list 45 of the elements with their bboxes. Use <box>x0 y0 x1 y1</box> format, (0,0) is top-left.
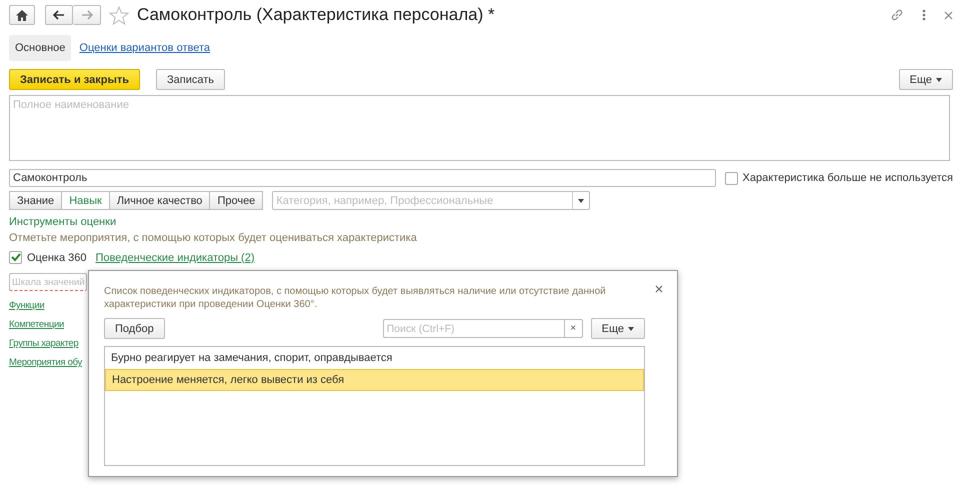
checkbox-label: Оценка 360 <box>27 252 87 264</box>
type-toggle[interactable]: Личное качество <box>108 191 210 210</box>
checkbox[interactable] <box>9 251 22 264</box>
save-and-close-button[interactable]: Записать и закрыть <box>9 69 140 90</box>
section-link[interactable]: Мероприятия обу <box>9 357 82 368</box>
close-icon[interactable] <box>944 10 953 20</box>
search-field[interactable]: Поиск (Ctrl+F) <box>382 319 565 338</box>
save-button[interactable]: Записать <box>156 69 226 90</box>
hint-text: Отметьте мероприятия, с помощью которых будет оцениваться характеристика <box>9 232 418 244</box>
full-name-field[interactable]: Полное наименование <box>9 95 950 161</box>
tab[interactable]: Оценки вариантов ответа <box>73 35 216 61</box>
window-title: Самоконтроль (Характеристика персонала) * <box>137 5 495 25</box>
more-button[interactable]: Еще <box>590 318 645 339</box>
back-button[interactable] <box>45 5 73 25</box>
type-toggle[interactable]: Навык <box>61 191 110 210</box>
indicators-link[interactable]: Поведенческие индикаторы (2) <box>96 252 254 264</box>
more-button[interactable]: Еще <box>898 69 953 90</box>
section-heading: Инструменты оценки <box>9 216 118 228</box>
forward-arrow-icon <box>80 10 92 20</box>
star-icon[interactable] <box>109 6 129 24</box>
dialog-description: Список поведенческих индикаторов, с помощью которых будет выявляться наличие или отсутствие данной характеристики при проведении Оценки 360°. <box>104 285 607 311</box>
section-link[interactable]: Компетенции <box>9 319 64 330</box>
checkbox-label: Характеристика больше не используется <box>742 172 953 184</box>
type-toggle[interactable]: Знание <box>9 191 62 210</box>
clear-button[interactable]: × <box>564 319 583 338</box>
pick-button[interactable]: Подбор <box>104 318 165 339</box>
close-icon[interactable] <box>655 285 663 293</box>
dropdown-icon[interactable] <box>578 198 584 202</box>
name-field[interactable]: Самоконтроль <box>9 169 716 187</box>
list-row[interactable]: Настроение меняется, легко вывести из себя <box>105 369 644 391</box>
link-icon[interactable] <box>890 8 904 22</box>
section-link[interactable]: Группы характер <box>9 338 78 349</box>
scale-field[interactable]: Шкала значений <box>9 273 87 291</box>
home-icon <box>16 10 28 20</box>
caret-icon <box>936 78 942 82</box>
caret-icon <box>628 326 634 330</box>
category-field[interactable]: Категория, например, Профессиональные <box>272 191 590 210</box>
checkbox[interactable] <box>724 172 738 184</box>
more-vertical-icon[interactable] <box>922 9 926 21</box>
type-toggle[interactable]: Прочее <box>209 191 264 210</box>
tab[interactable]: Основное <box>9 35 72 61</box>
section-link[interactable]: Функции <box>9 300 44 311</box>
home-button[interactable] <box>9 5 35 25</box>
back-arrow-icon <box>53 10 65 20</box>
list-row[interactable]: Бурно реагирует на замечания, спорит, оправдывается <box>105 347 644 369</box>
